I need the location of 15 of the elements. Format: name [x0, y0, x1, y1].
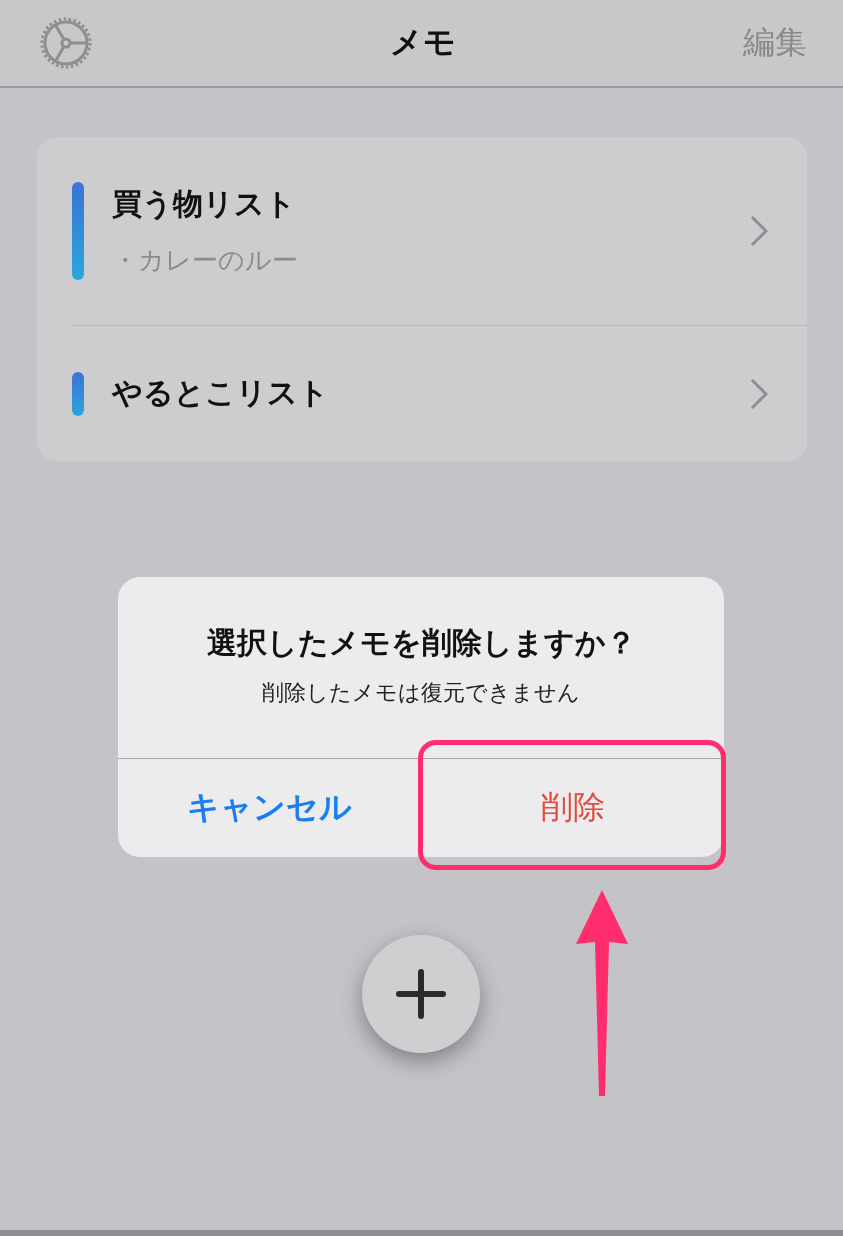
plus-icon — [396, 969, 446, 1019]
memo-title[interactable]: やるとこリスト — [112, 373, 721, 414]
settings-icon[interactable] — [38, 15, 94, 71]
cancel-button[interactable]: キャンセル — [118, 759, 421, 857]
chevron-icon[interactable] — [749, 214, 769, 248]
memo-preview: ・カレーのルー — [112, 244, 299, 277]
add-button[interactable] — [362, 935, 480, 1053]
memo-title[interactable]: 買う物リスト — [112, 184, 721, 225]
alert-message: 削除したメモは復元できません — [262, 679, 580, 707]
screen-title: メモ — [389, 22, 456, 63]
chevron-icon[interactable] — [749, 376, 769, 411]
delete-button[interactable]: 削除 — [421, 759, 724, 857]
color-stripe — [72, 371, 84, 416]
alert-title: 選択したメモを削除しますか？ — [206, 624, 636, 662]
edit-button[interactable]: 編集 — [743, 21, 807, 65]
